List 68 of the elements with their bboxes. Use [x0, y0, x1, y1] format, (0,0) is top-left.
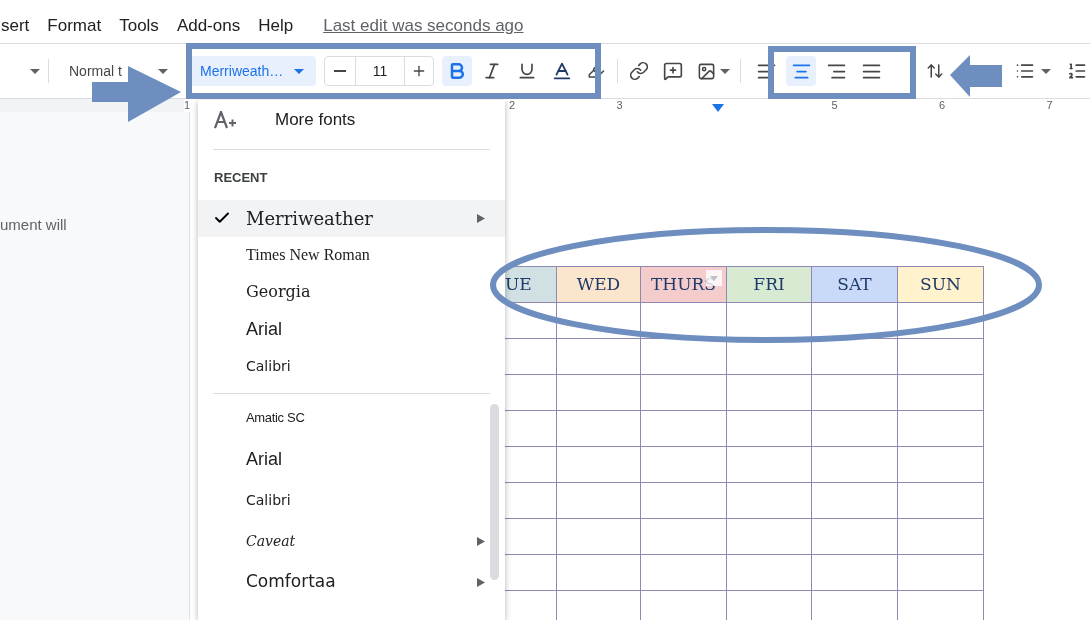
ruler-number: 3	[616, 99, 623, 112]
day-header-cell: SAT	[811, 266, 898, 303]
underline-icon	[517, 61, 537, 81]
tab-stop-handle[interactable]	[712, 103, 724, 112]
link-icon	[629, 61, 649, 81]
font-name: Merriweather	[246, 206, 373, 231]
last-edit-link[interactable]: Last edit was seconds ago	[323, 12, 524, 38]
caret-icon	[1041, 68, 1051, 74]
menu-item[interactable]: Add-ons	[176, 12, 241, 38]
more-fonts-item[interactable]: More fonts	[198, 100, 505, 140]
font-size-control[interactable]: 11	[324, 56, 434, 86]
caret-icon	[719, 68, 730, 74]
numbered-list-icon	[1067, 61, 1087, 81]
image-icon	[696, 61, 716, 81]
font-option[interactable]: Merriweather	[198, 199, 505, 237]
minus-icon	[334, 70, 346, 72]
font-option[interactable]: Calibri	[198, 481, 505, 519]
align-center-button[interactable]	[786, 56, 816, 86]
ruler-number: 7	[1046, 99, 1053, 112]
caret-icon	[294, 68, 304, 74]
submenu-arrow-icon	[477, 536, 485, 546]
font-option[interactable]: Calibri	[198, 347, 505, 385]
menu-item[interactable]: Format	[47, 12, 102, 38]
day-header-cell: WED	[556, 266, 641, 303]
menu-item[interactable]: sert	[1, 12, 30, 38]
menu-item[interactable]: Help	[258, 12, 294, 38]
caret-icon	[158, 68, 168, 74]
day-header-cell: FRI	[726, 266, 812, 303]
sidebar-text: ument will	[0, 215, 68, 235]
font-name: Amatic SC	[246, 409, 305, 428]
ruler-number: 1	[184, 99, 191, 112]
font-name: Calibri	[246, 490, 291, 510]
comment-icon	[663, 61, 683, 81]
font-option[interactable]: Amatic SC	[198, 399, 505, 437]
font-name: Arial	[246, 447, 282, 471]
font-option[interactable]: Caveat	[198, 522, 505, 560]
section-heading: RECENT	[214, 169, 269, 187]
day-header-cell: SUN	[897, 266, 984, 303]
scrollbar[interactable]	[490, 403, 499, 580]
font-option[interactable]: Arial	[198, 440, 505, 478]
ruler-number: 2	[509, 99, 516, 112]
font-name: Arial	[246, 317, 282, 341]
font-name: Caveat	[246, 531, 296, 551]
plus-icon	[411, 63, 427, 79]
add-font-icon	[214, 111, 236, 129]
line-spacing-icon	[926, 62, 944, 80]
day-header-cell: THURS	[640, 266, 727, 303]
bold-button[interactable]	[442, 56, 472, 86]
font-name: Times New Roman	[246, 245, 370, 265]
caret-icon	[30, 68, 40, 74]
bulleted-list-icon	[1015, 61, 1035, 81]
paragraph-style-dropdown[interactable]: Normal t	[61, 57, 176, 85]
ruler-number: 6	[939, 99, 946, 112]
italic-icon	[482, 61, 502, 81]
submenu-arrow-icon	[477, 577, 485, 587]
font-name: Georgia	[246, 281, 311, 303]
font-option[interactable]: Arial	[198, 310, 505, 348]
menu-item[interactable]: Tools	[119, 12, 159, 38]
font-option[interactable]: Times New Roman	[198, 236, 505, 274]
left-arrow-icon	[950, 55, 1002, 97]
font-option[interactable]: Comfortaa	[198, 563, 505, 601]
text-color-icon	[551, 60, 573, 82]
submenu-arrow-icon	[477, 213, 485, 223]
font-name: Comfortaa	[246, 570, 336, 594]
ruler-number: 5	[831, 99, 838, 112]
font-option[interactable]: Georgia	[198, 273, 505, 311]
font-name: Calibri	[246, 356, 291, 376]
font-size-field[interactable]: 11	[355, 57, 405, 85]
